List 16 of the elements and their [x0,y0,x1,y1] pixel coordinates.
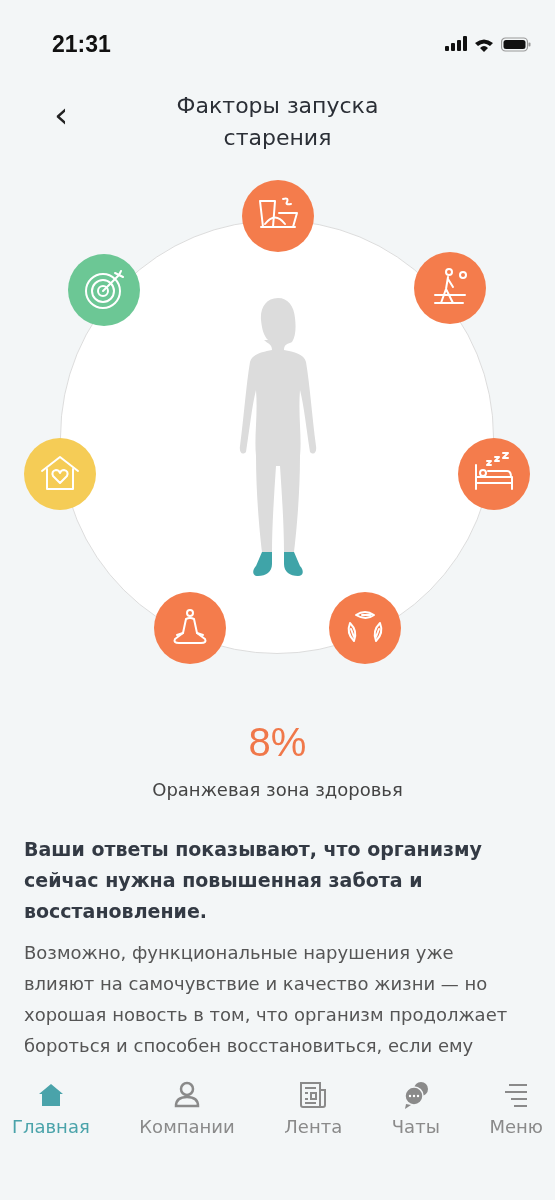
zone-label: Оранжевая зона здоровья [152,779,403,800]
nav-tab[interactable]: Лента [284,1080,343,1137]
result-heading: Ваши ответы показывают, что организму сейчас нужна повышенная забота и восстановление. [24,837,483,924]
person-icon [172,1080,202,1110]
nav-tab[interactable]: Компании [139,1080,235,1137]
result-text: Возможно, функциональные нарушения уже влияют на самочувствие и качество жизни — но хорошая новость в том, что организм продолжает бороться и способен восстановиться, если ему [24,941,509,1058]
nav-tab[interactable]: Меню [489,1080,543,1137]
nav-tab[interactable]: Главная [12,1080,90,1137]
page-title: Факторы запуска старения [175,92,380,152]
status-time: 21:31 [52,30,111,58]
health-percent: 8% [248,720,307,765]
battery-icon [501,36,531,52]
nav-tab[interactable]: Чаты [391,1080,440,1137]
back-button[interactable]: ‹ [48,94,75,135]
signal-icon [445,36,467,52]
newspaper-icon [298,1080,329,1110]
